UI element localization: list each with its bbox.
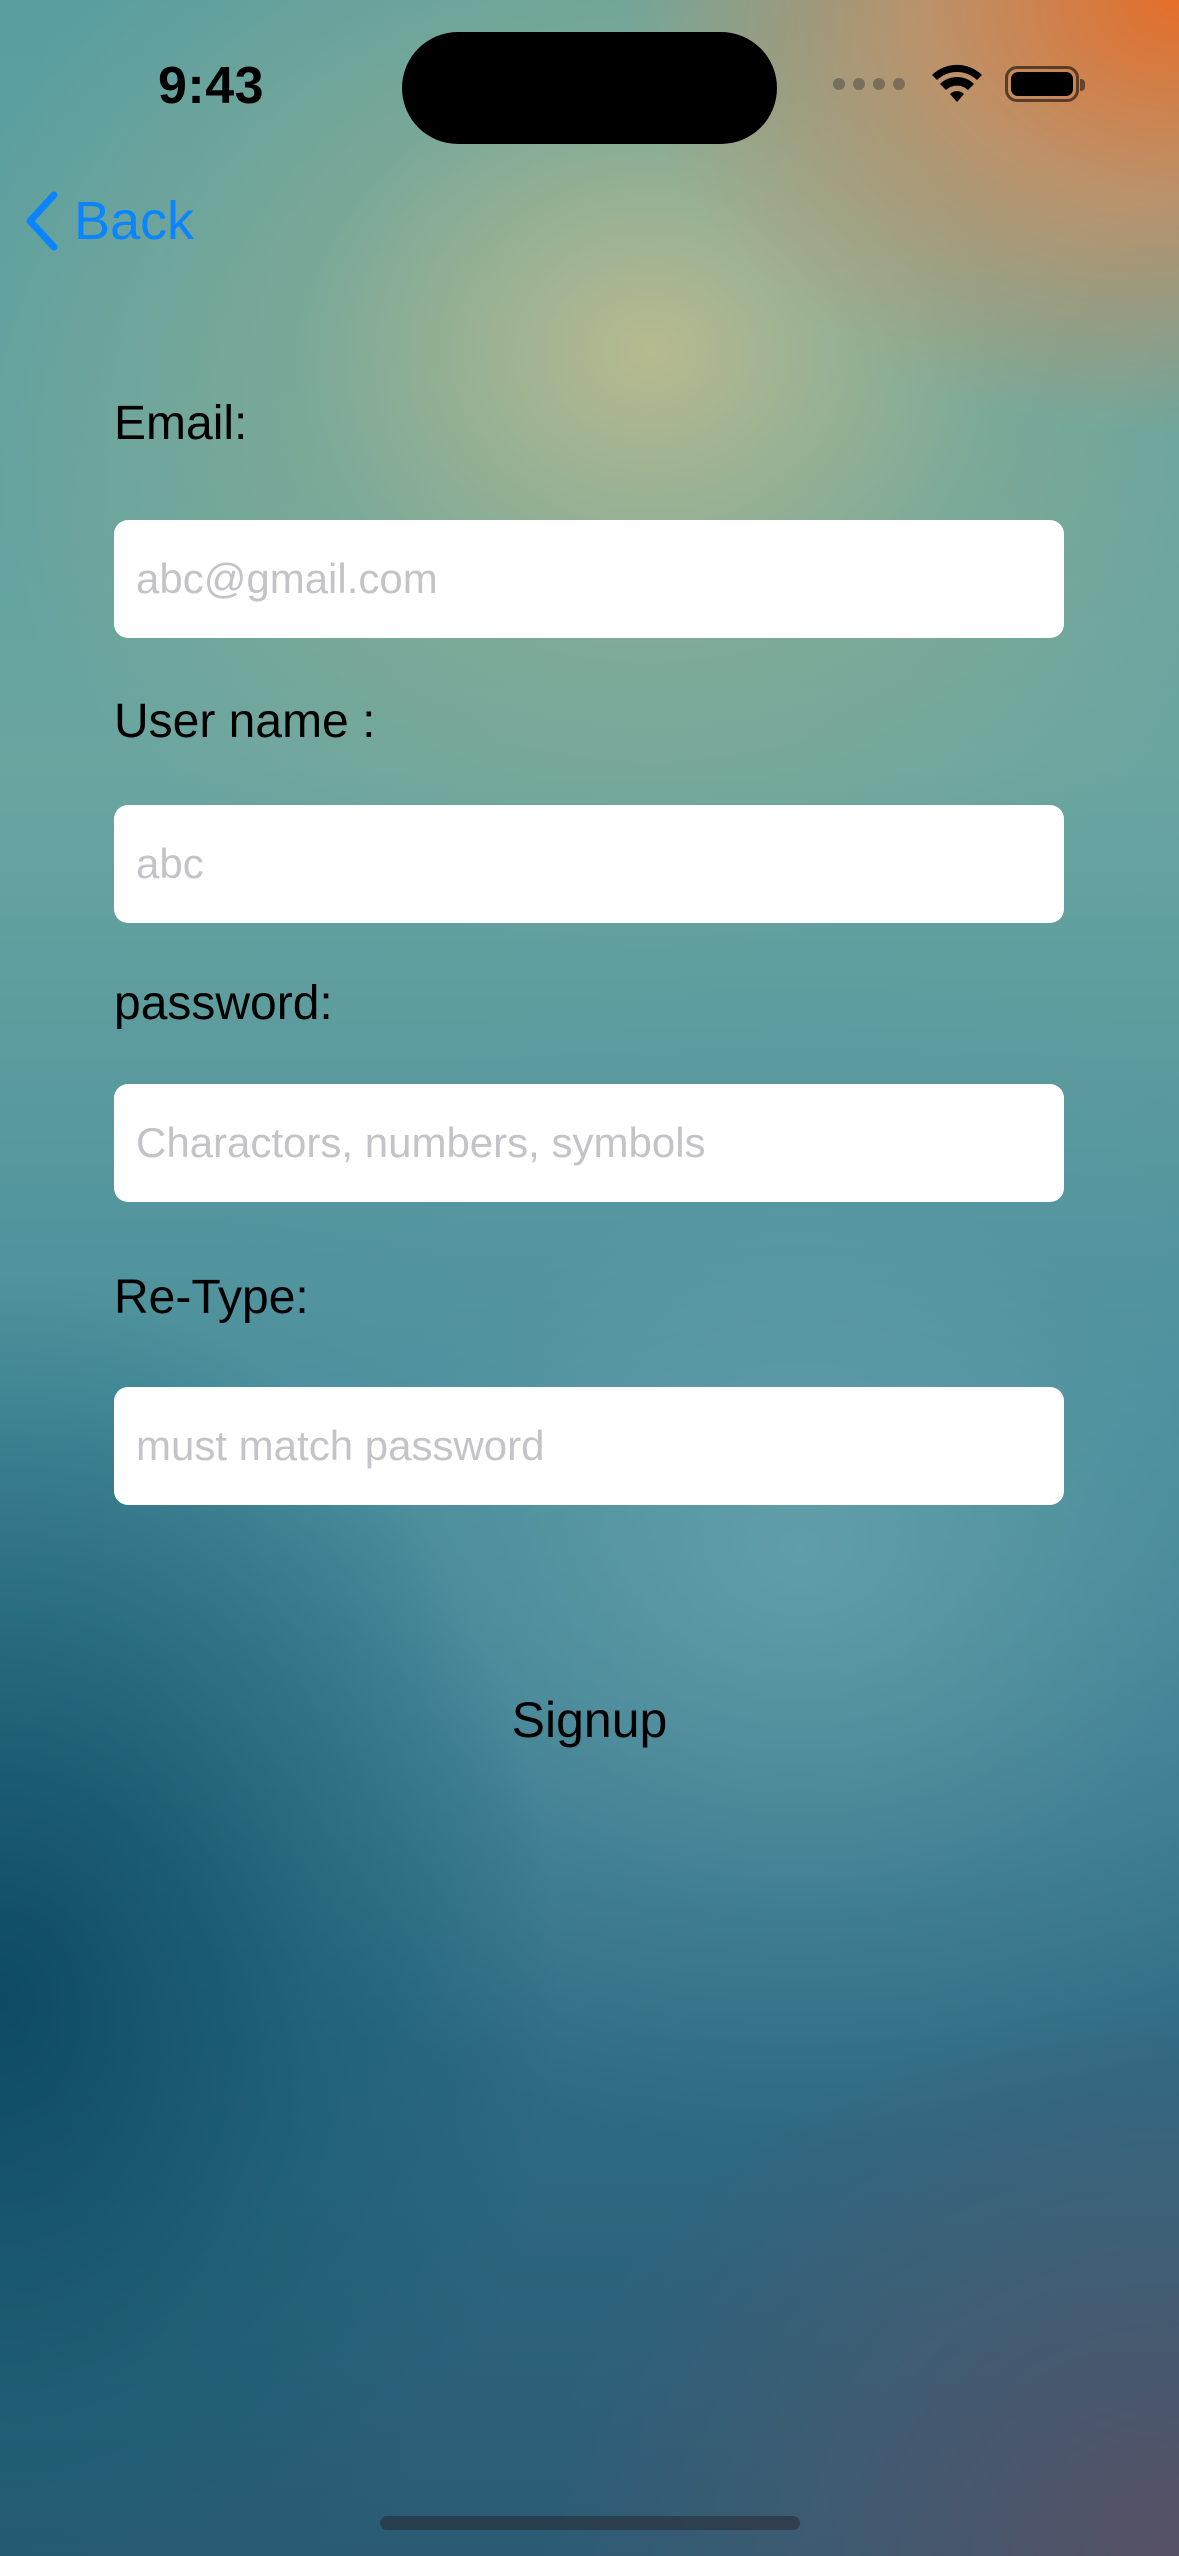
username-label: User name :	[114, 695, 376, 748]
password-label: password:	[114, 977, 333, 1030]
signup-button[interactable]: Signup	[0, 1690, 1179, 1750]
email-label: Email:	[114, 397, 248, 450]
password-field[interactable]	[114, 1084, 1064, 1202]
email-field[interactable]	[114, 520, 1064, 638]
retype-label: Re-Type:	[114, 1271, 309, 1324]
back-button[interactable]: Back	[24, 190, 194, 252]
status-time: 9:43	[158, 57, 265, 115]
username-field[interactable]	[114, 805, 1064, 923]
home-indicator[interactable]	[380, 2516, 800, 2530]
retype-password-field[interactable]	[114, 1387, 1064, 1505]
chevron-left-icon	[26, 191, 58, 251]
back-label: Back	[74, 191, 195, 251]
cellular-signal-icon	[833, 78, 905, 90]
status-icons	[833, 64, 1085, 104]
dynamic-island	[402, 32, 777, 144]
battery-icon	[1005, 66, 1085, 102]
wifi-icon	[932, 64, 982, 102]
